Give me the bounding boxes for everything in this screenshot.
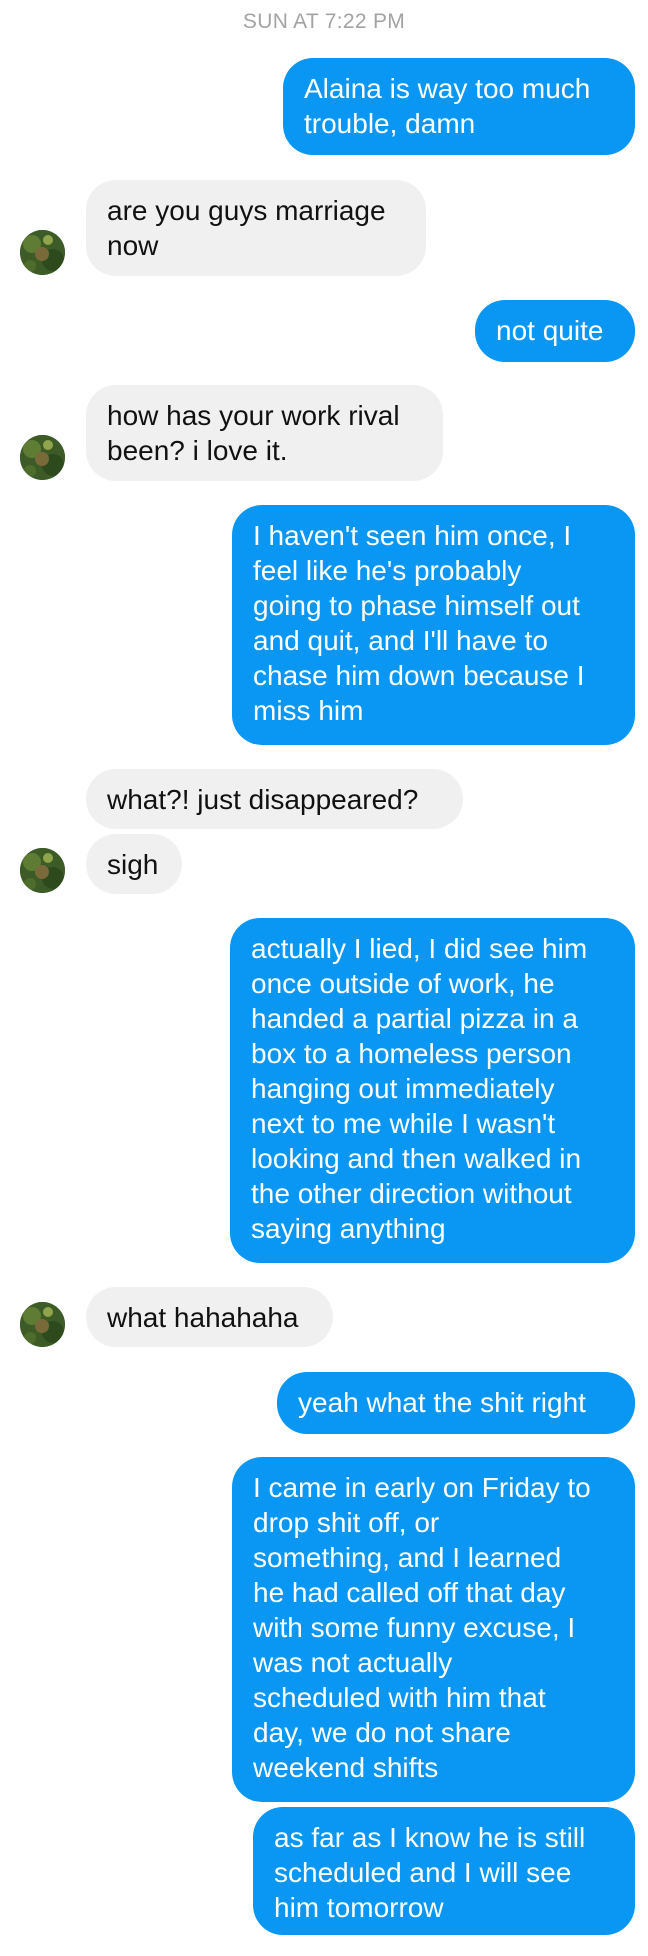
message-bubble-incoming[interactable]: what?! just disappeared?	[86, 769, 463, 829]
conversation-timestamp: SUN AT 7:22 PM	[242, 10, 406, 33]
message-bubble-incoming[interactable]: sigh	[86, 834, 182, 894]
message-bubble-outgoing[interactable]: as far as I know he is still scheduled a…	[253, 1807, 635, 1935]
message-bubble-outgoing[interactable]: yeah what the shit right	[277, 1372, 635, 1434]
contact-avatar-icon[interactable]	[20, 435, 65, 480]
message-bubble-incoming[interactable]: what hahahaha	[86, 1287, 333, 1347]
message-bubble-outgoing[interactable]: not quite	[475, 300, 635, 362]
message-bubble-outgoing[interactable]: Alaina is way too much trouble, damn	[283, 58, 635, 155]
contact-avatar-icon[interactable]	[20, 230, 65, 275]
message-bubble-incoming[interactable]: are you guys marriage now	[86, 180, 426, 276]
message-bubble-outgoing[interactable]: actually I lied, I did see him once outs…	[230, 918, 635, 1263]
message-bubble-incoming[interactable]: how has your work rival been? i love it.	[86, 385, 443, 481]
message-bubble-outgoing[interactable]: I came in early on Friday to drop shit o…	[232, 1457, 635, 1802]
contact-avatar-icon[interactable]	[20, 848, 65, 893]
message-bubble-outgoing[interactable]: I haven't seen him once, I feel like he'…	[232, 505, 635, 745]
contact-avatar-icon[interactable]	[20, 1302, 65, 1347]
